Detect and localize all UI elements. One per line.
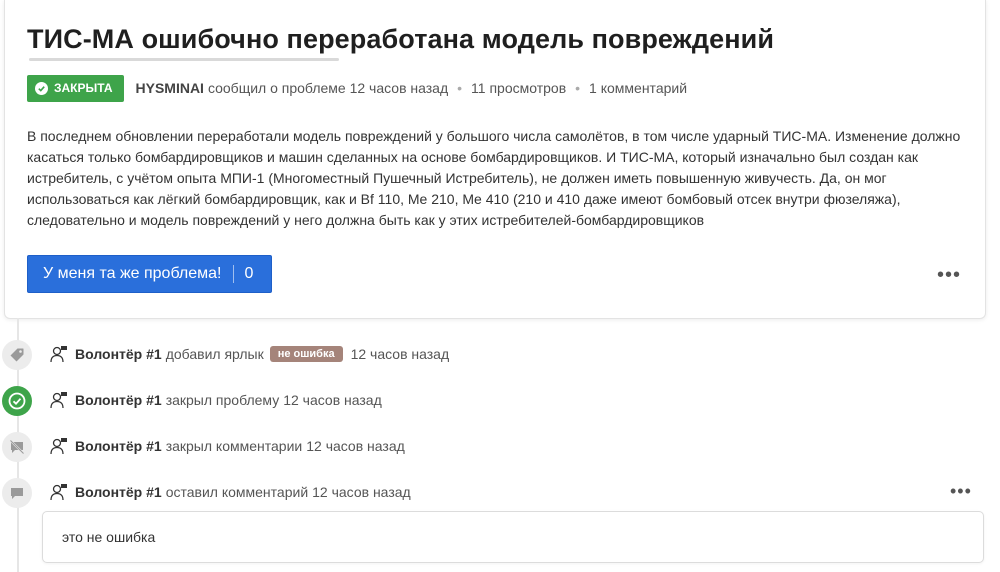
label-chip[interactable]: не ошибка xyxy=(269,346,343,362)
event-user[interactable]: Волонтёр #1 xyxy=(75,484,162,500)
same-problem-count: 0 xyxy=(244,265,254,282)
button-divider xyxy=(233,265,235,283)
event-action: закрыл проблему xyxy=(165,392,280,408)
event-user[interactable]: Волонтёр #1 xyxy=(75,392,162,408)
tag-icon xyxy=(2,340,32,370)
timeline-event: Волонтёр #1 оставил комментарий 12 часов… xyxy=(50,481,411,503)
reported-time: 12 часов назад xyxy=(349,80,449,96)
event-action: оставил комментарий xyxy=(165,484,309,500)
timeline-event: Волонтёр #1 добавил ярлык не ошибка 12 ч… xyxy=(50,343,449,365)
volunteer-avatar-icon xyxy=(50,391,68,409)
event-user[interactable]: Волонтёр #1 xyxy=(75,438,162,454)
timeline-event: Волонтёр #1 закрыл проблему 12 часов наз… xyxy=(50,389,382,411)
issue-meta: ЗАКРЫТА HYSMINAI сообщил о проблеме 12 ч… xyxy=(27,74,687,102)
event-time: 12 часов назад xyxy=(283,392,382,408)
same-problem-label: У меня та же проблема! xyxy=(43,265,222,282)
meta-separator: • xyxy=(457,80,463,96)
volunteer-avatar-icon xyxy=(50,345,68,363)
meta-separator: • xyxy=(575,80,581,96)
status-label: ЗАКРЫТА xyxy=(54,81,113,95)
comments-off-icon xyxy=(2,432,32,462)
comment-box: это не ошибка xyxy=(42,511,984,563)
volunteer-avatar-icon xyxy=(50,483,68,501)
same-problem-button[interactable]: У меня та же проблема! 0 xyxy=(27,255,272,293)
comment-icon xyxy=(2,478,32,508)
comment-more-icon[interactable]: ••• xyxy=(950,482,972,500)
issue-body: В последнем обновлении переработали моде… xyxy=(27,128,961,228)
event-user[interactable]: Волонтёр #1 xyxy=(75,346,162,362)
event-time: 12 часов назад xyxy=(312,484,411,500)
check-circle-icon xyxy=(2,386,32,416)
timeline-event: Волонтёр #1 закрыл комментарии 12 часов … xyxy=(50,435,405,457)
comments-count: 1 комментарий xyxy=(589,80,688,96)
title-underline xyxy=(29,58,339,61)
check-icon xyxy=(35,81,48,95)
event-time: 12 часов назад xyxy=(350,346,450,362)
event-action: добавил ярлык xyxy=(165,346,264,362)
views-count: 11 просмотров xyxy=(471,80,567,96)
status-badge: ЗАКРЫТА xyxy=(27,74,124,102)
more-options-icon[interactable]: ••• xyxy=(937,265,961,285)
author-link[interactable]: HYSMINAI xyxy=(136,80,204,96)
event-action: закрыл комментарии xyxy=(165,438,303,454)
reported-text: сообщил о проблеме xyxy=(207,80,346,96)
issue-title: ТИС-МА ошибочно переработана модель повр… xyxy=(27,24,775,54)
volunteer-avatar-icon xyxy=(50,437,68,455)
event-time: 12 часов назад xyxy=(306,438,405,454)
issue-card: ТИС-МА ошибочно переработана модель повр… xyxy=(4,0,986,319)
comment-text: это не ошибка xyxy=(62,529,156,545)
